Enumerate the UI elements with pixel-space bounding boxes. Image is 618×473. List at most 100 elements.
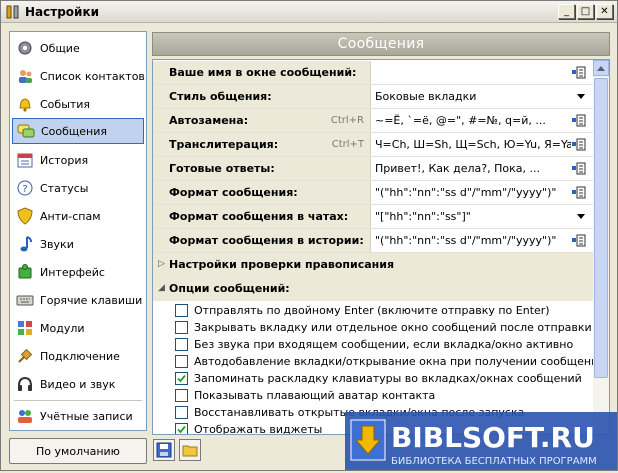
property-name: Автозамена: Ctrl+R <box>153 109 371 132</box>
shortcut-hint: Ctrl+R <box>330 115 364 126</box>
property-name-text: Формат сообщения: <box>169 186 298 199</box>
window-controls: _ □ ✕ <box>558 4 613 19</box>
spellcheck-group[interactable]: ▷ Настройки проверки правописания <box>153 253 593 277</box>
contacts-icon <box>19 70 32 83</box>
restore-defaults-button[interactable]: По умолчанию <box>9 438 147 464</box>
property-value[interactable]: Привет!, Как дела?, Пока, ... <box>375 157 571 180</box>
edit-list-icon[interactable] <box>572 162 586 175</box>
sidebar-item-label: События <box>40 97 91 111</box>
sidebar-item-sounds[interactable]: Звуки <box>12 231 144 257</box>
sidebar-item-label: Видео и звук <box>40 377 116 391</box>
checkbox[interactable] <box>175 355 188 368</box>
save-profile-button[interactable] <box>153 439 175 461</box>
dropdown-arrow-icon[interactable] <box>577 214 585 219</box>
property-name: Ваше имя в окне сообщений: <box>153 61 371 84</box>
checkmark-icon <box>177 425 186 434</box>
sidebar-item-antispam[interactable]: Анти-спам <box>12 203 144 229</box>
property-name-text: Транслитерация: <box>169 138 279 151</box>
shortcut-hint: Ctrl+T <box>331 139 364 150</box>
watermark-logo: BIBLSOFT.RU БИБЛИОТЕКА БЕСПЛАТНЫХ ПРОГРА… <box>345 412 617 470</box>
option-label: Запоминать раскладку клавиатуры во вклад… <box>194 372 582 385</box>
collapse-icon[interactable]: ◢ <box>158 277 165 300</box>
folder-icon <box>182 445 198 457</box>
property-value[interactable]: ~=Ё, `=ё, @=", #=№, q=й, ... <box>375 109 571 132</box>
title-bar[interactable]: Настройки _ □ ✕ <box>1 1 617 23</box>
property-value[interactable]: "("hh":"nn":"ss d"/"mm"/"yyyy")" <box>375 229 571 252</box>
option-close-after-send[interactable]: Закрывать вкладку или отдельное окно соо… <box>175 319 592 336</box>
dropdown-arrow-icon[interactable] <box>577 94 585 99</box>
expand-icon[interactable]: ▷ <box>158 253 165 276</box>
sidebar-item-interface[interactable]: Интерфейс <box>12 259 144 285</box>
sidebar-item-events[interactable]: События <box>12 91 144 117</box>
property-value[interactable]: Ч=Ch, Ш=Sh, Щ=Sch, Ю=Yu, Я=Ya, ... <box>375 133 571 156</box>
sidebar-item-general[interactable]: Общие <box>12 35 144 61</box>
sidebar-item-contacts[interactable]: Список контактов <box>12 63 145 89</box>
checkbox[interactable] <box>175 338 188 351</box>
property-row-autoreplace[interactable]: Автозамена: Ctrl+R ~=Ё, `=ё, @=", #=№, q=… <box>153 109 593 133</box>
option-remember-layout[interactable]: Запоминать раскладку клавиатуры во вклад… <box>175 370 582 387</box>
sidebar-item-label: Интерфейс <box>40 265 105 279</box>
option-label: Автодобавление вкладки/открывание окна п… <box>194 355 605 368</box>
option-mute-active[interactable]: Без звука при входящем сообщении, если в… <box>175 336 573 353</box>
close-button[interactable]: ✕ <box>596 4 613 19</box>
property-row-message-format[interactable]: Формат сообщения: "("hh":"nn":"ss d"/"mm… <box>153 181 593 205</box>
save-icon <box>156 442 172 458</box>
sidebar-item-accounts[interactable]: Учётные записи <box>12 403 144 429</box>
settings-sidebar: Общие Список контактов События Сообщения… <box>9 31 147 431</box>
sidebar-item-label: Модули <box>40 321 85 335</box>
close-icon: ✕ <box>600 5 609 17</box>
maximize-icon: □ <box>580 5 591 17</box>
checkbox[interactable] <box>175 304 188 317</box>
sidebar-item-history[interactable]: История <box>12 147 144 173</box>
edit-list-icon[interactable] <box>572 114 586 127</box>
chat-icon <box>17 124 35 138</box>
property-row-style[interactable]: Стиль общения: Боковые вкладки <box>153 85 593 109</box>
property-row-transliteration[interactable]: Транслитерация: Ctrl+T Ч=Ch, Ш=Sh, Щ=Sch,… <box>153 133 593 157</box>
option-double-enter[interactable]: Отправлять по двойному Enter (включите о… <box>175 302 550 319</box>
sidebar-item-hotkeys[interactable]: Горячие клавиши <box>12 287 144 313</box>
checkbox[interactable] <box>175 406 188 419</box>
chat-format-select[interactable]: "["hh":"nn":"ss"]" <box>375 205 571 228</box>
edit-list-icon[interactable] <box>572 66 586 79</box>
style-select[interactable]: Боковые вкладки <box>375 85 571 108</box>
property-row-quick-replies[interactable]: Готовые ответы: Привет!, Как дела?, Пока… <box>153 157 593 181</box>
option-show-widgets[interactable]: Отображать виджеты <box>175 421 322 434</box>
vertical-scrollbar[interactable] <box>593 60 609 434</box>
headphones-icon <box>18 376 32 391</box>
property-row-history-format[interactable]: Формат сообщения в истории: "("hh":"nn":… <box>153 229 593 253</box>
property-name: Формат сообщения в чатах: <box>153 205 371 228</box>
maximize-button[interactable]: □ <box>577 4 594 19</box>
sidebar-item-label: История <box>40 153 89 167</box>
sidebar-item-modules[interactable]: Модули <box>12 315 144 341</box>
scroll-thumb[interactable] <box>594 78 608 378</box>
sidebar-item-statuses[interactable]: ? Статусы <box>12 175 144 201</box>
sidebar-item-messages[interactable]: Сообщения <box>12 118 144 144</box>
modules-icon <box>18 321 32 335</box>
option-label: Закрывать вкладку или отдельное окно соо… <box>194 321 592 334</box>
minimize-button[interactable]: _ <box>558 4 575 19</box>
checkbox[interactable] <box>175 321 188 334</box>
property-name: Готовые ответы: <box>153 157 371 180</box>
property-name-text: Формат сообщения в чатах: <box>169 210 349 223</box>
checkbox-checked[interactable] <box>175 423 188 434</box>
option-auto-open[interactable]: Автодобавление вкладки/открывание окна п… <box>175 353 605 370</box>
sidebar-item-connection[interactable]: Подключение <box>12 343 144 369</box>
option-floating-avatar[interactable]: Показывать плавающий аватар контакта <box>175 387 435 404</box>
property-row-name[interactable]: Ваше имя в окне сообщений: <box>153 61 593 85</box>
edit-list-icon[interactable] <box>572 234 586 247</box>
checkbox[interactable] <box>175 389 188 402</box>
property-value[interactable]: "("hh":"nn":"ss d"/"mm"/"yyyy")" <box>375 181 571 204</box>
property-name: Формат сообщения в истории: <box>153 229 371 252</box>
plug-icon <box>18 348 33 363</box>
checkbox-checked[interactable] <box>175 372 188 385</box>
scroll-up-button[interactable] <box>593 60 609 76</box>
property-value[interactable] <box>375 61 571 84</box>
sidebar-item-video-audio[interactable]: Видео и звук <box>12 371 144 397</box>
edit-list-icon[interactable] <box>572 186 586 199</box>
app-icon <box>5 4 21 20</box>
message-options-group[interactable]: ◢ Опции сообщений: <box>153 277 593 301</box>
edit-list-icon[interactable] <box>572 138 586 151</box>
property-row-chat-format[interactable]: Формат сообщения в чатах: "["hh":"nn":"s… <box>153 205 593 229</box>
open-profile-button[interactable] <box>179 439 201 461</box>
sidebar-item-label: Общие <box>40 41 80 55</box>
